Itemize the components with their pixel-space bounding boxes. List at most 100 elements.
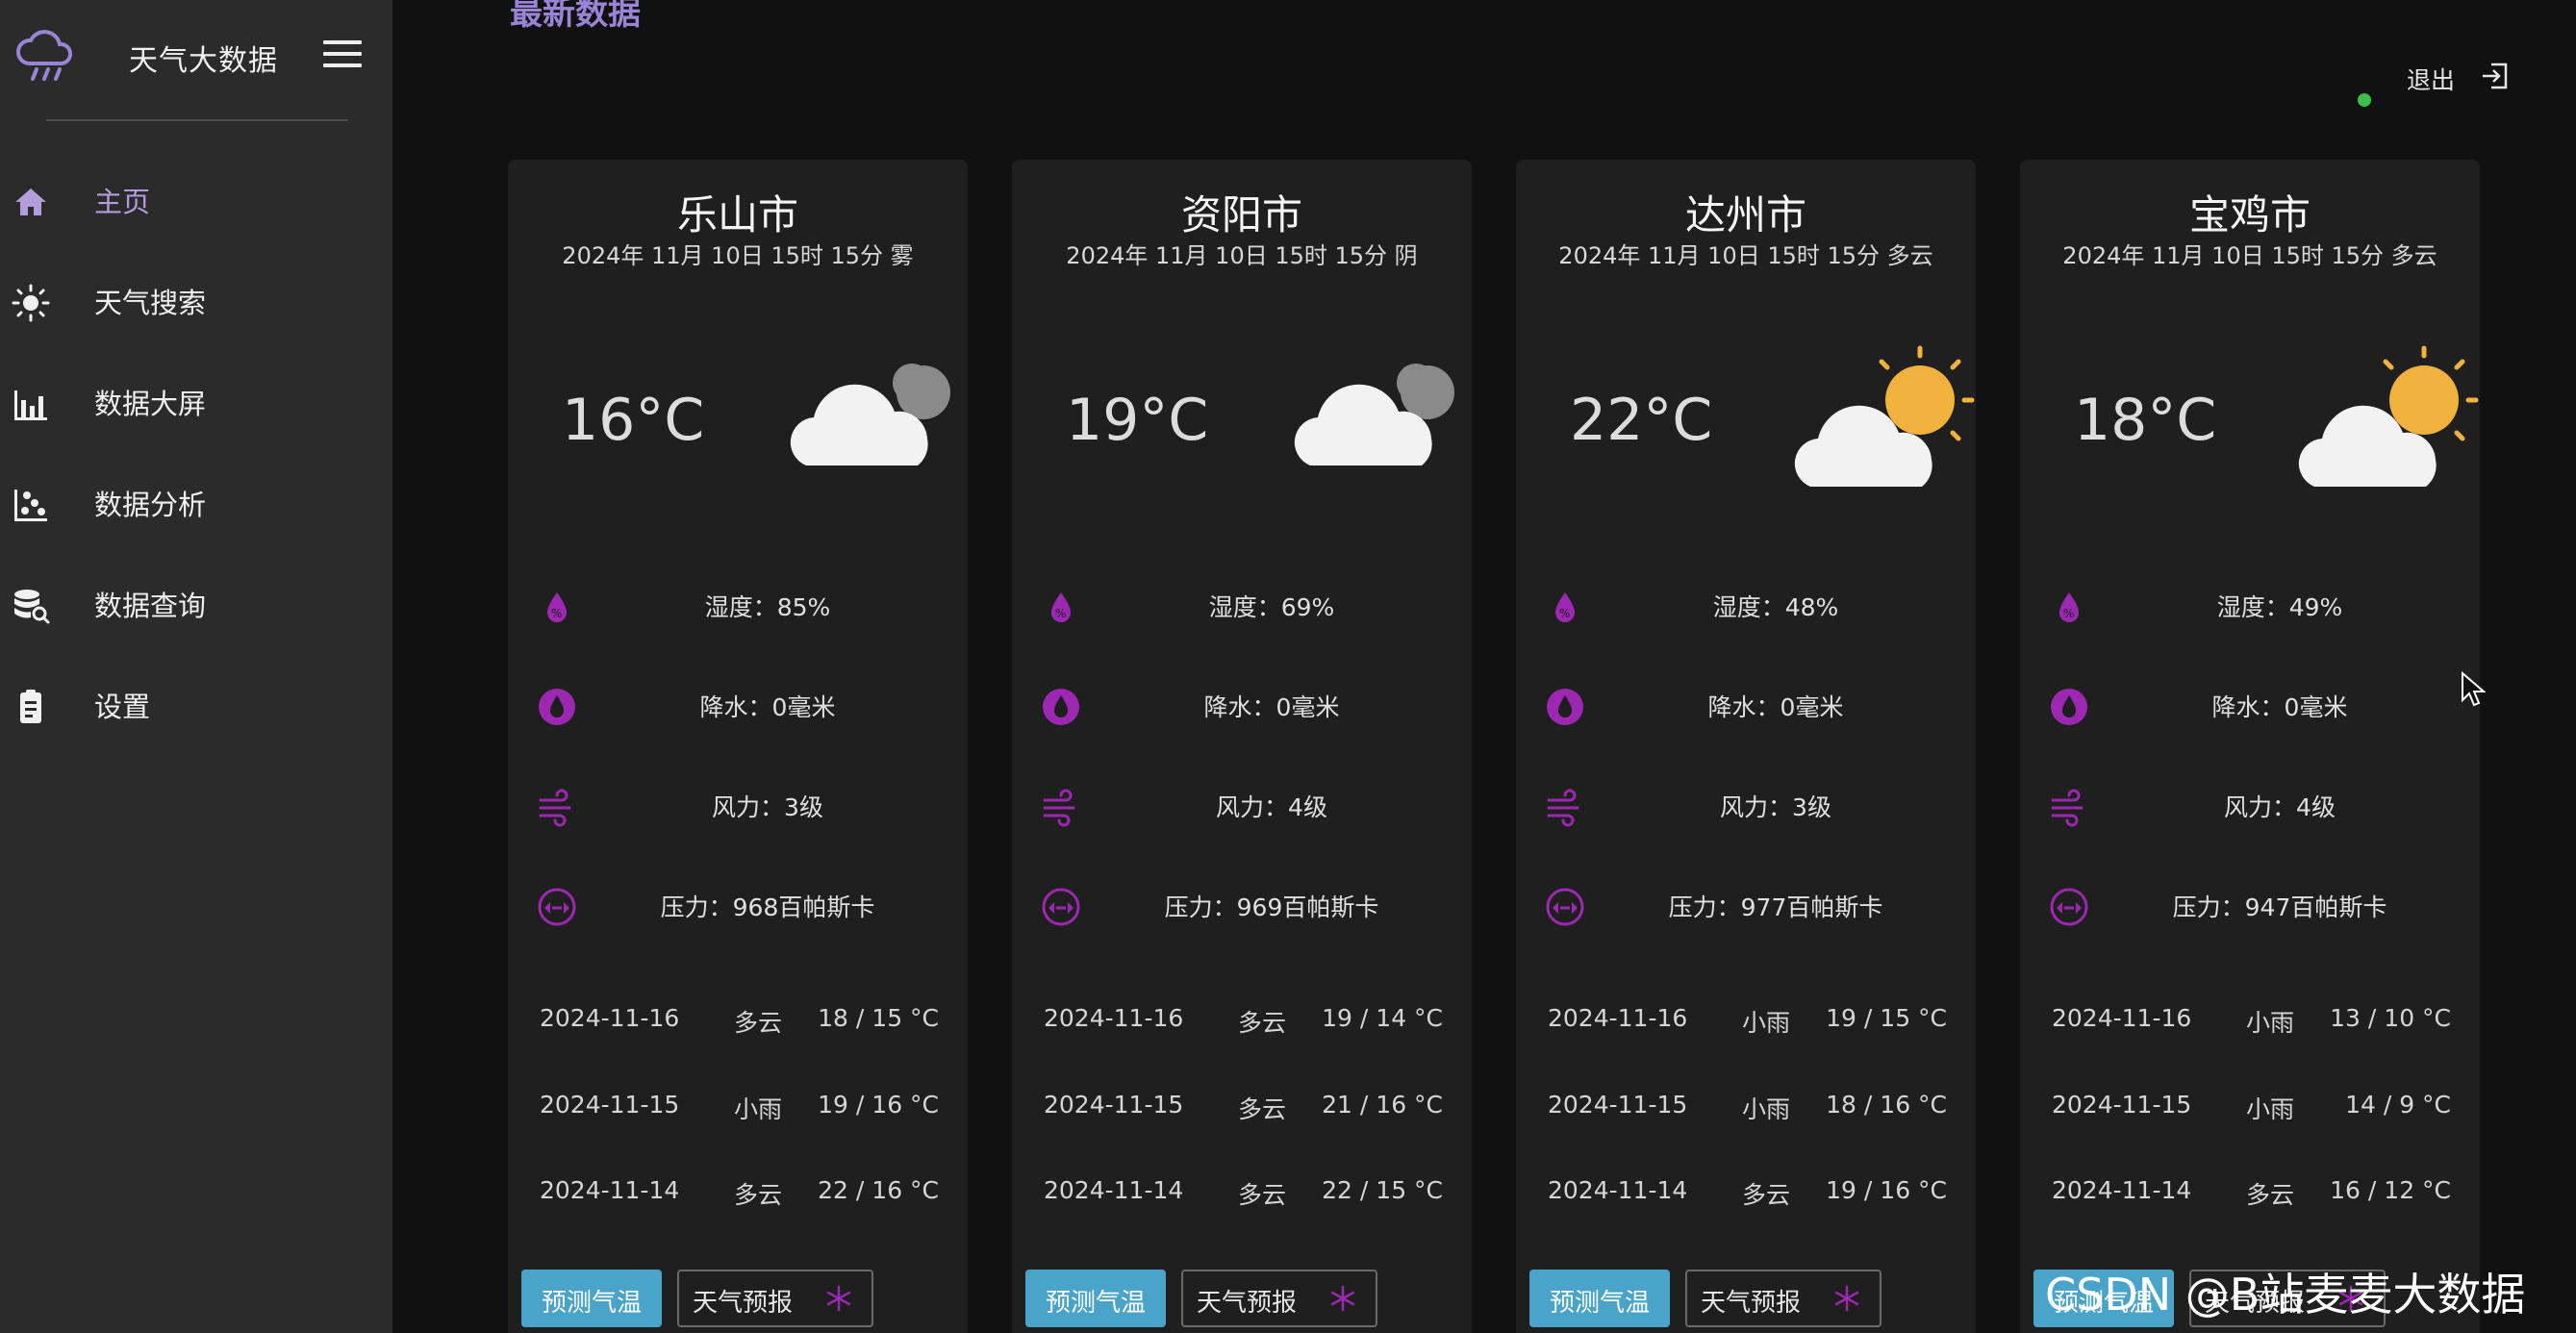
current-temperature: 22°C [1570,387,1713,454]
logout-icon[interactable] [2480,62,2509,90]
mouse-cursor-icon [2462,671,2486,707]
pressure-value: 压力：969百帕斯卡 [1164,893,1379,921]
forecast-date: 2024-11-14 [540,1176,680,1204]
sidebar-item-settings[interactable]: 设置 [0,668,392,769]
wind-value: 风力：4级 [1216,793,1327,821]
forecast-date: 2024-11-16 [540,1004,680,1032]
weather-card: 达州市 2024年 11月 10日 15时 15分 多云 22°C % 湿度：4… [1516,160,1976,1333]
humidity-value: 湿度：69% [1208,593,1335,621]
pressure-value: 压力：947百帕斯卡 [2172,893,2387,921]
home-icon [15,189,46,215]
forecast-weather: 多云 [1237,1095,1286,1123]
pressure-gauge-icon [2050,888,2088,926]
humidity-icon: % [1051,592,1071,622]
partly-cloudy-icon [2298,345,2479,487]
cloud-overcast-icon [790,364,950,465]
wind-value: 风力：3级 [712,793,823,821]
rain-value: 降水：0毫米 [1707,693,1844,721]
humidity-row: % 湿度：48% [1516,577,1976,635]
forecast-button[interactable]: 天气预报 [677,1270,873,1327]
forecast-row: 2024-11-16 多云 18 / 15 °C [508,1004,968,1052]
forecast-row: 2024-11-15 小雨 14 / 9 °C [2020,1091,2480,1139]
forecast-date: 2024-11-14 [1548,1176,1688,1204]
observation-time: 2024年 11月 10日 15时 15分 多云 [1558,242,1933,269]
predict-temp-button[interactable]: 预测气温 [521,1270,662,1327]
partly-cloudy-icon [1794,345,1975,487]
hamburger-icon[interactable] [323,40,362,73]
current-temperature: 16°C [562,387,705,454]
scatter-icon [14,490,47,521]
forecast-row: 2024-11-14 多云 19 / 16 °C [1516,1176,1976,1224]
humidity-icon: % [2059,592,2079,622]
forecast-temp: 13 / 10 °C [2330,1004,2451,1032]
forecast-weather: 小雨 [1741,1095,1790,1123]
sidebar-item-weather-search[interactable]: 天气搜索 [0,264,392,365]
forecast-row: 2024-11-16 多云 19 / 14 °C [1012,1004,1472,1052]
forecast-button-label: 天气预报 [693,1289,794,1318]
forecast-temp: 19 / 16 °C [1826,1176,1947,1204]
pressure-gauge-icon [538,888,576,926]
predict-temp-button[interactable]: 预测气温 [1025,1270,1166,1327]
forecast-row: 2024-11-16 小雨 13 / 10 °C [2020,1004,2480,1052]
brand-header: 天气大数据 [0,0,392,121]
forecast-weather: 小雨 [2245,1095,2294,1123]
predict-temp-button[interactable]: 预测气温 [1529,1270,1670,1327]
forecast-button-label: 天气预报 [1701,1289,1802,1318]
forecast-weather: 小雨 [733,1095,782,1123]
forecast-button[interactable]: 天气预报 [1685,1270,1881,1327]
current-temperature: 18°C [2074,387,2217,454]
pressure-row: 压力：969百帕斯卡 [1012,877,1472,935]
current-temperature: 19°C [1066,387,1209,454]
forecast-button[interactable]: 天气预报 [1181,1270,1377,1327]
pressure-value: 压力：968百帕斯卡 [660,893,875,921]
watermark-text: CSDN @B站麦麦大数据 [2045,1269,2526,1320]
forecast-row: 2024-11-14 多云 22 / 15 °C [1012,1176,1472,1224]
snowflake-icon [1834,1285,1859,1312]
forecast-date: 2024-11-15 [2052,1091,2192,1119]
snowflake-icon [1330,1285,1355,1312]
sidebar-item-home[interactable]: 主页 [0,163,392,264]
humidity-row: % 湿度：49% [2020,577,2480,635]
humidity-value: 湿度：48% [1712,593,1839,621]
rain-value: 降水：0毫米 [1203,693,1340,721]
humidity-value: 湿度：49% [2216,593,2343,621]
forecast-weather: 多云 [1237,1181,1286,1209]
svg-text:%: % [1559,607,1570,620]
rain-row: 降水：0毫米 [508,677,968,735]
observation-time: 2024年 11月 10日 15时 15分 阴 [1066,242,1418,269]
sidebar-item-dashboard[interactable]: 数据大屏 [0,365,392,466]
forecast-temp: 19 / 16 °C [818,1091,939,1119]
divider [46,119,348,121]
pressure-gauge-icon [1042,888,1080,926]
observation-time: 2024年 11月 10日 15时 15分 雾 [562,242,914,269]
cloud-rain-icon [16,30,72,81]
pressure-row: 压力：968百帕斯卡 [508,877,968,935]
forecast-row: 2024-11-15 小雨 18 / 16 °C [1516,1091,1976,1139]
sidebar-item-analysis[interactable]: 数据分析 [0,466,392,567]
page-title: 最新数据 [510,0,641,33]
sidebar-item-label: 数据大屏 [94,388,207,420]
forecast-row: 2024-11-14 多云 16 / 12 °C [2020,1176,2480,1224]
logout-button[interactable]: 退出 [2407,62,2455,96]
forecast-temp: 16 / 12 °C [2330,1176,2451,1204]
humidity-icon: % [547,592,567,622]
forecast-date: 2024-11-15 [1044,1091,1184,1119]
forecast-date: 2024-11-16 [1548,1004,1688,1032]
weather-card: 资阳市 2024年 11月 10日 15时 15分 阴 19°C % 湿度：69… [1012,160,1472,1333]
wind-row: 风力：3级 [508,777,968,835]
forecast-weather: 小雨 [1741,1009,1790,1037]
sidebar-item-label: 数据分析 [94,489,207,521]
rain-row: 降水：0毫米 [2020,677,2480,735]
sidebar-item-query[interactable]: 数据查询 [0,567,392,668]
forecast-button-label: 天气预报 [1197,1289,1298,1318]
sun-icon [12,284,50,322]
forecast-temp: 18 / 15 °C [818,1004,939,1032]
weather-card: 宝鸡市 2024年 11月 10日 15时 15分 多云 18°C % 湿度：4… [2020,160,2480,1333]
forecast-date: 2024-11-14 [1044,1176,1184,1204]
forecast-weather: 多云 [733,1009,782,1037]
snowflake-icon [826,1285,851,1312]
forecast-date: 2024-11-16 [1044,1004,1184,1032]
city-name: 达州市 [1684,191,1806,239]
settings-clipboard-icon [20,690,41,723]
wind-row: 风力：4级 [1012,777,1472,835]
